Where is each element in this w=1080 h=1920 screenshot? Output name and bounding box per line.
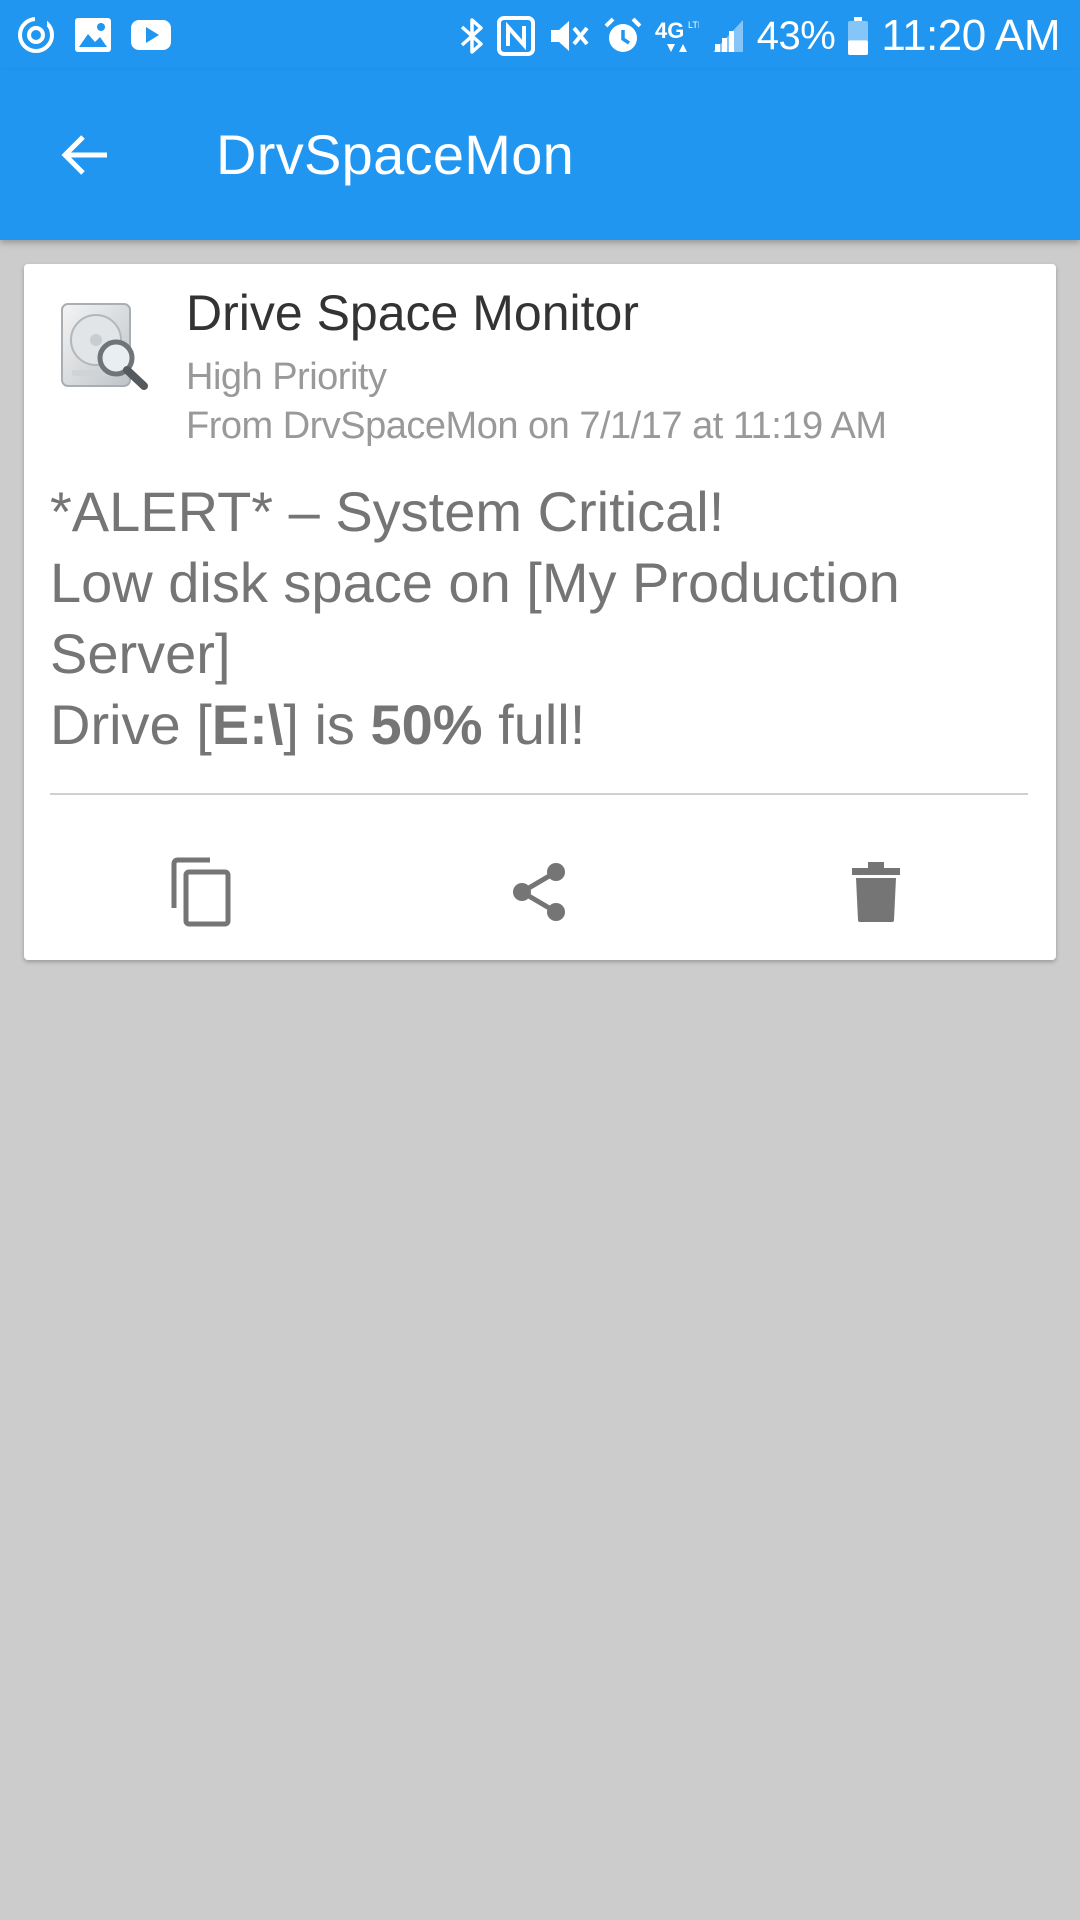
- message-line-1: *ALERT* – System Critical!: [50, 480, 725, 543]
- message-drive: E:\: [211, 693, 284, 756]
- message-percent: 50%: [370, 693, 483, 756]
- message-line-2: Low disk space on [My Production Server]: [50, 551, 900, 685]
- status-bar: 4G LTE 43% 11:20 AM: [0, 0, 1080, 70]
- signal-icon: [711, 18, 745, 54]
- svg-text:LTE: LTE: [688, 20, 699, 30]
- share-button[interactable]: [490, 844, 590, 944]
- battery-percent: 43%: [756, 13, 836, 58]
- notification-from: From DrvSpaceMon on 7/1/17 at 11:19 AM: [186, 405, 887, 447]
- notification-title: Drive Space Monitor: [186, 285, 639, 341]
- alarm-icon: [603, 16, 643, 56]
- gallery-icon: [74, 17, 112, 53]
- vibrate-icon: [547, 16, 591, 56]
- notification-message: *ALERT* – System Critical! Low disk spac…: [50, 476, 1040, 760]
- status-right-icons: 4G LTE 43% 11:20 AM: [459, 8, 1060, 64]
- network-label: 4G: [655, 18, 684, 43]
- back-button[interactable]: [40, 112, 130, 202]
- message-drive-mid: ] is: [283, 693, 371, 756]
- network-4g-lte-icon: 4G LTE: [655, 16, 699, 56]
- status-left-icons: [16, 14, 172, 56]
- page-title: DrvSpaceMon: [216, 123, 575, 186]
- share-icon: [508, 860, 572, 929]
- bluetooth-icon: [459, 16, 485, 56]
- copy-icon: [170, 856, 234, 933]
- clock: 11:20 AM: [881, 11, 1060, 60]
- youtube-icon: [130, 19, 172, 51]
- delete-button[interactable]: [826, 844, 926, 944]
- notification-priority: High Priority: [186, 356, 387, 398]
- nfc-icon: [496, 16, 535, 56]
- target-icon: [16, 15, 56, 55]
- battery-icon: [847, 16, 869, 56]
- app-bar: DrvSpaceMon: [0, 70, 1080, 240]
- notification-card: Drive Space Monitor High Priority From D…: [24, 264, 1056, 960]
- disk-monitor-icon: [56, 300, 156, 400]
- copy-button[interactable]: [152, 844, 252, 944]
- arrow-back-icon: [57, 127, 113, 188]
- message-drive-prefix: Drive [: [50, 693, 212, 756]
- message-line-3: Drive [E:\] is 50% full!: [50, 689, 1040, 760]
- card-divider: [50, 793, 1028, 795]
- delete-icon: [848, 860, 904, 929]
- message-suffix: full!: [482, 693, 586, 756]
